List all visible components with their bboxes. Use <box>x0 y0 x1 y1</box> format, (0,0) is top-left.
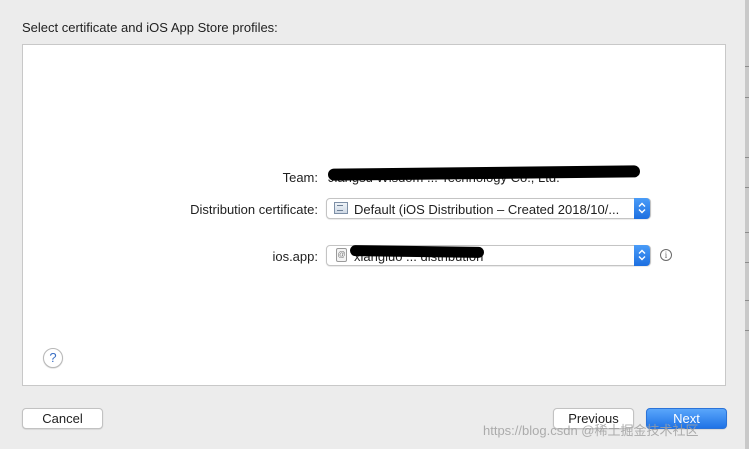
chevron-up-down-icon <box>634 245 650 266</box>
edge-tick <box>745 97 749 98</box>
watermark: https://blog.csdn @稀土掘金技术社区 <box>483 423 699 438</box>
edge-tick <box>745 187 749 188</box>
redaction-mark <box>349 245 485 258</box>
distribution-certificate-value: Default (iOS Distribution – Created 2018… <box>354 202 620 217</box>
edge-tick <box>745 300 749 301</box>
chevron-up-down-icon <box>634 198 650 219</box>
background-window-edge <box>745 0 749 449</box>
distribution-certificate-label: Distribution certificate: <box>190 202 318 217</box>
app-profile-label: ios.app: <box>272 249 318 264</box>
export-options-sheet: Select certificate and iOS App Store pro… <box>0 0 749 449</box>
edge-tick <box>745 232 749 233</box>
edge-tick <box>745 330 749 331</box>
edge-tick <box>745 262 749 263</box>
help-button[interactable]: ? <box>43 348 63 368</box>
cancel-button[interactable]: Cancel <box>22 408 103 429</box>
certificate-icon <box>334 202 348 214</box>
distribution-certificate-popup[interactable]: Default (iOS Distribution – Created 2018… <box>326 198 651 219</box>
sheet-title: Select certificate and iOS App Store pro… <box>22 20 278 35</box>
app-icon: @ <box>336 248 347 262</box>
team-label: Team: <box>282 170 318 185</box>
edge-tick <box>745 66 749 67</box>
edge-tick <box>745 157 749 158</box>
info-icon[interactable]: i <box>660 249 672 261</box>
